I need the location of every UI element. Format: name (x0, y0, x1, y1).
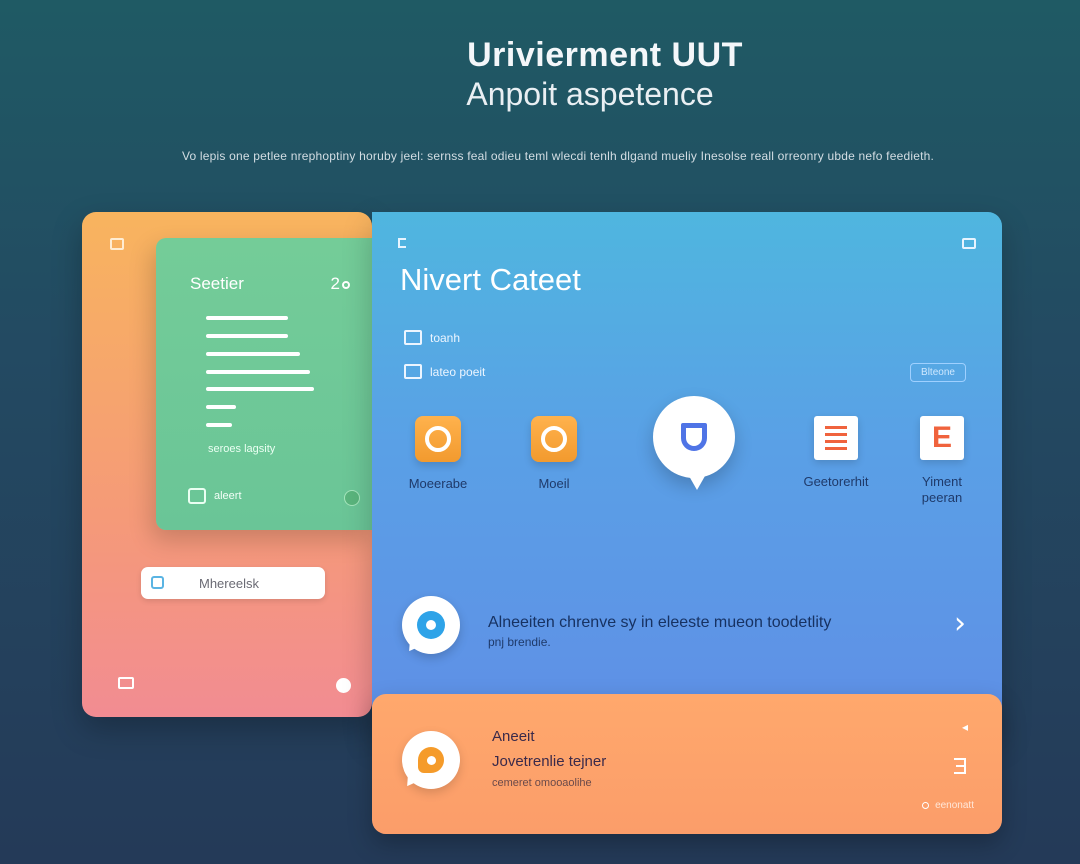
bottom-card-title: Aneeit (492, 728, 535, 745)
location-chat-icon (402, 731, 460, 790)
search-field-value: Mhereelsk (199, 576, 259, 591)
hero-title: Urivierment UUT (467, 36, 743, 74)
shield-chat-icon[interactable] (653, 396, 735, 490)
app-tile-1[interactable]: Moeerabe (396, 416, 480, 492)
summary-card-caption: seroes lagsity (208, 443, 276, 455)
camera-icon (415, 416, 461, 462)
window-icon[interactable] (110, 238, 124, 250)
text-line (206, 387, 314, 391)
menu-icon[interactable] (962, 238, 976, 249)
hero-subtitle: Anpoit aspetence (466, 76, 714, 112)
main-panel: Nivert Cateet toanh lateo poeit Blteone … (372, 212, 1002, 732)
document-e-icon: E (920, 416, 964, 460)
summary-card-footer-label: aleert (214, 490, 242, 502)
menu-row-2[interactable]: lateo poeit (404, 364, 485, 379)
bottom-card-footer-label: eenonatt (935, 800, 974, 811)
app-tile-4[interactable]: Geetorerhit (786, 416, 886, 490)
app-label: Moeerabe (408, 476, 468, 491)
text-line (206, 370, 310, 374)
list-icon (404, 364, 422, 379)
status-dot[interactable] (336, 678, 351, 693)
search-field[interactable]: Mhereelsk (141, 567, 325, 599)
app-label: Moeil (538, 476, 570, 491)
bottom-card-subtitle: Jovetrenlie tejner (492, 753, 607, 770)
hero-description: Vo lepis one petlee nrephoptiny horuby j… (181, 149, 935, 163)
chat-icon[interactable] (118, 677, 134, 689)
text-line (206, 334, 288, 338)
menu-row-1[interactable]: toanh (404, 330, 460, 345)
dot-icon (922, 802, 930, 809)
app-tile-5[interactable]: E Yiment peeran (904, 416, 980, 506)
chevron-right-icon[interactable]: › (954, 606, 966, 641)
summary-card-count: 2 (331, 274, 350, 294)
text-line (206, 405, 236, 409)
summary-card[interactable]: Seetier 2 seroes lagsity aleert (156, 238, 372, 530)
arrow-icon[interactable]: ◂ (962, 720, 968, 734)
notice-subtext: pnj brendie. (488, 635, 551, 649)
main-panel-title: Nivert Cateet (400, 262, 581, 297)
menu-icon[interactable] (954, 758, 966, 774)
notice-text: Alneeiten chrenve sy in eleeste mueon to… (488, 614, 832, 631)
app-tile-2[interactable]: Moeil (512, 416, 596, 492)
bottom-card[interactable]: Aneeit Jovetrenlie tejner cemeret omooao… (372, 694, 1002, 834)
filter-pill[interactable]: Blteone (910, 363, 966, 382)
toggle-dot[interactable] (344, 490, 360, 506)
camera-icon (531, 416, 577, 462)
text-line (206, 423, 232, 427)
search-icon (151, 576, 164, 589)
bottom-card-footer[interactable]: eenonatt (922, 800, 974, 811)
menu-row-label: lateo poeit (430, 364, 486, 379)
bottom-card-caption: cemeret omooaolihe (492, 777, 592, 789)
image-icon[interactable] (188, 488, 206, 504)
document-icon (814, 416, 858, 460)
document-icon (404, 330, 422, 345)
menu-row-label: toanh (430, 330, 461, 345)
text-line (206, 352, 300, 356)
location-chat-icon[interactable] (402, 596, 460, 655)
text-line (206, 316, 288, 320)
app-label: Geetorerhit (803, 474, 869, 489)
app-label: Yiment peeran (921, 474, 963, 505)
summary-card-title: Seetier (190, 274, 244, 293)
bracket-icon[interactable] (398, 238, 406, 248)
